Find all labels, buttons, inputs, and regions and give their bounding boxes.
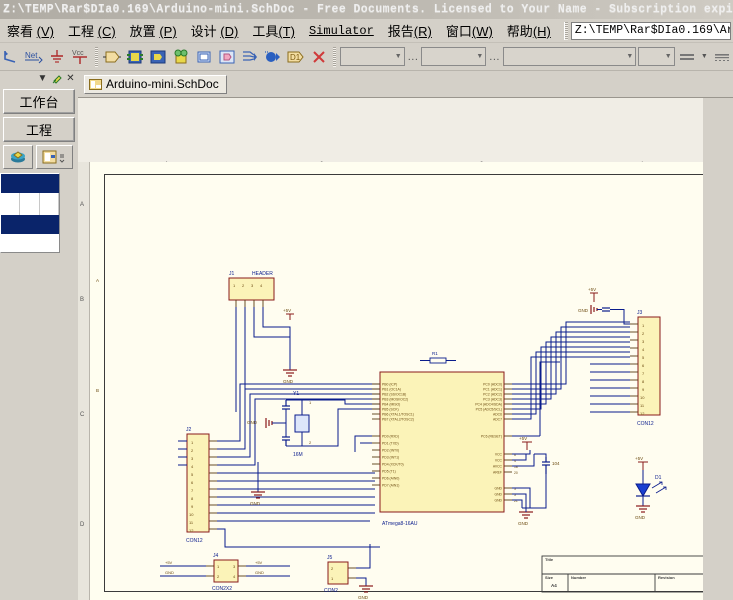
toolbar-separator-2[interactable]: [332, 46, 336, 67]
svg-text:A4: A4: [551, 583, 557, 588]
menu-place[interactable]: 放置 (P): [123, 19, 184, 42]
tab-arduino-mini-schdoc[interactable]: Arduino-mini.SchDoc: [84, 74, 227, 94]
panel-list[interactable]: [0, 173, 60, 253]
altium-schematic-editor-window: Z:\TEMP\Rar$DIa0.169\Arduino-mini.SchDoc…: [0, 0, 733, 600]
ruler-left-label: D: [80, 522, 85, 528]
workspace-button[interactable]: 工作台: [3, 89, 75, 114]
panel-toolbar: [3, 145, 75, 169]
toolbar-dots-2[interactable]: ...: [487, 51, 502, 63]
wiring-toolbar: Net Vcc D1 ▼ ... ▼ ... ▼ ▼ ▼: [0, 43, 733, 71]
port-icon[interactable]: [193, 46, 214, 68]
svg-text:Number: Number: [571, 575, 587, 580]
menu-bar: 察看 (V) 工程 (C) 放置 (P) 设计 (D) 工具(T) Simula…: [0, 19, 733, 43]
line-weight-icon[interactable]: [677, 46, 698, 68]
left-docking-panel: ▼ ✕ 工作台 工程: [0, 71, 78, 600]
svg-text:Vcc: Vcc: [72, 50, 84, 57]
document-tab-strip: Arduino-mini.SchDoc: [78, 71, 733, 98]
menu-design[interactable]: 设计 (D): [184, 19, 246, 42]
menu-view[interactable]: 察看 (V): [0, 19, 61, 42]
pushpin-icon[interactable]: [51, 73, 62, 84]
panel-caption-bar: ▼ ✕: [0, 71, 78, 86]
right-margin: [703, 98, 733, 600]
window-titlebar: Z:\TEMP\Rar$DIa0.169\Arduino-mini.SchDoc…: [0, 0, 733, 19]
toolbar-grip[interactable]: [563, 21, 568, 40]
menu-project[interactable]: 工程 (C): [61, 19, 123, 42]
ruler-left-label: C: [80, 412, 85, 418]
toolbar-dots-1[interactable]: ...: [406, 51, 421, 63]
sheet-entry-icon[interactable]: [147, 46, 168, 68]
list-item[interactable]: [1, 193, 59, 215]
layers-icon[interactable]: [3, 145, 33, 169]
close-icon[interactable]: ✕: [65, 73, 76, 84]
toolbar-combo-1[interactable]: ▼: [339, 47, 405, 66]
menu-simulator[interactable]: Simulator: [302, 22, 381, 40]
chevron-down-icon[interactable]: ▼: [37, 73, 48, 84]
menu-reports[interactable]: 报告(R): [381, 19, 439, 42]
ruler-left-label: A: [80, 202, 85, 208]
bus-entry-icon[interactable]: [262, 46, 283, 68]
wire-icon[interactable]: [1, 46, 22, 68]
panels-icon[interactable]: [36, 145, 73, 169]
ruler-left-label: B: [80, 297, 85, 303]
line-style-icon[interactable]: [711, 46, 732, 68]
menu-window[interactable]: 窗口(W): [439, 19, 500, 42]
toolbar-combo-2[interactable]: ▼: [421, 47, 487, 66]
svg-text:Size: Size: [545, 575, 554, 580]
sheet-symbol-icon[interactable]: [125, 46, 146, 68]
sheet-surface[interactable]: .w { stroke:#0a1c8c; stroke-width:1; fil…: [90, 162, 733, 600]
part-icon[interactable]: [102, 46, 123, 68]
projects-button[interactable]: 工程: [3, 117, 75, 142]
gnd-power-port-icon[interactable]: [47, 46, 68, 68]
list-item[interactable]: [1, 174, 59, 193]
svg-text:D1: D1: [290, 53, 301, 62]
designator-icon[interactable]: D1: [285, 46, 306, 68]
vcc-power-port-icon[interactable]: Vcc: [70, 46, 91, 68]
bus-icon[interactable]: [239, 46, 260, 68]
tab-label: Arduino-mini.SchDoc: [106, 77, 219, 91]
schematic-canvas[interactable]: A B C D 1 2 3 4 .w { stroke:#0a1c8c; str…: [78, 98, 733, 600]
toolbar-combo-4[interactable]: ▼: [638, 47, 675, 66]
svg-text:Title: Title: [545, 557, 554, 562]
menu-tools[interactable]: 工具(T): [245, 19, 302, 42]
toolbar-separator: [94, 46, 98, 67]
menu-help[interactable]: 帮助(H): [500, 19, 558, 42]
vertical-ruler: A B C D: [78, 162, 90, 600]
line-weight-dropdown-icon[interactable]: ▼: [700, 46, 710, 68]
sheet-title-block: Title Size Number Revision A4: [541, 555, 725, 593]
list-item[interactable]: [1, 215, 59, 234]
schematic-doc-icon: [89, 78, 102, 90]
cross-no-erc-icon[interactable]: [308, 46, 329, 68]
svg-text:Net: Net: [25, 51, 38, 60]
port-out-icon[interactable]: [216, 46, 237, 68]
toolbar-combo-3[interactable]: ▼: [502, 47, 637, 66]
device-sheet-icon[interactable]: [170, 46, 191, 68]
document-path-field[interactable]: Z:\TEMP\Rar$DIa0.169\Arduino-mi: [570, 21, 731, 40]
svg-text:Revision: Revision: [658, 575, 675, 580]
net-label-icon[interactable]: Net: [24, 46, 45, 68]
